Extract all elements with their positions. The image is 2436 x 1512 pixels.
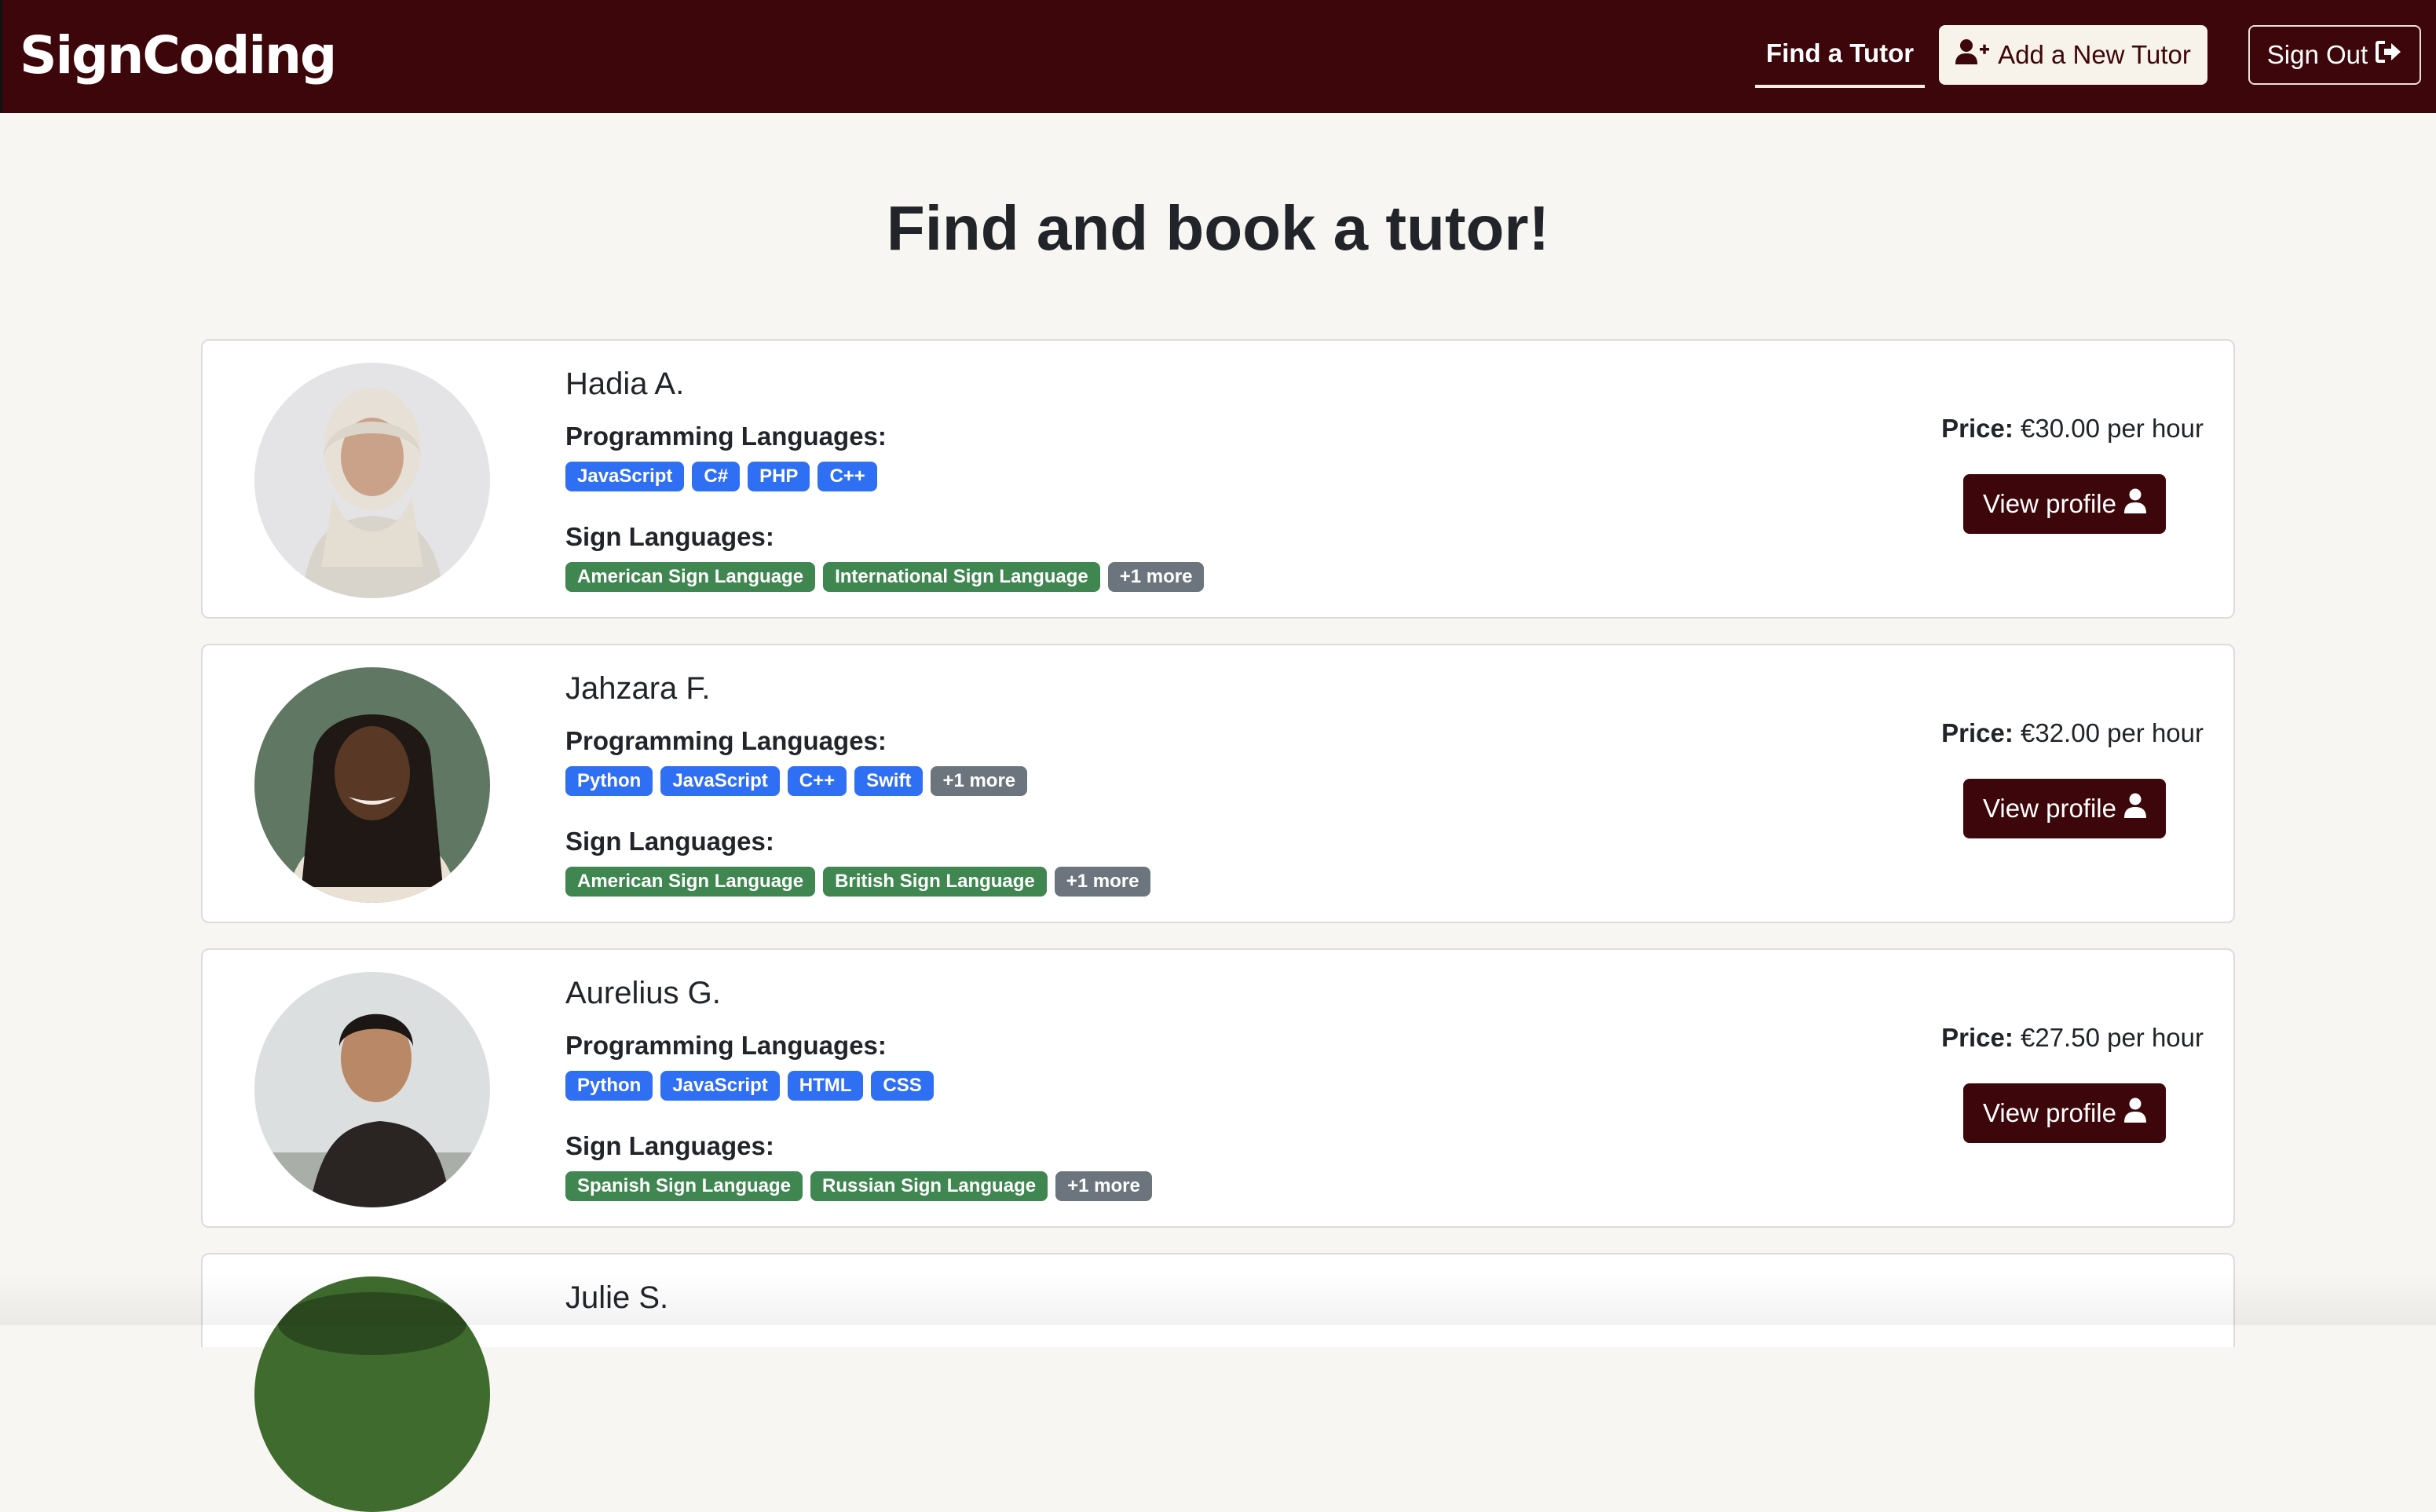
- programming-badge: PHP: [748, 462, 810, 491]
- tutor-card: Julie S.: [201, 1253, 2235, 1512]
- sign-badge: American Sign Language: [565, 562, 816, 592]
- view-profile-button[interactable]: View profile: [1963, 779, 2166, 838]
- user-icon: [2123, 793, 2146, 824]
- page-title: Find and book a tutor!: [886, 193, 1550, 263]
- tutor-avatar[interactable]: [254, 972, 490, 1207]
- programming-badge: HTML: [787, 1071, 864, 1101]
- programming-badge: JavaScript: [565, 462, 685, 491]
- tutor-name: Jahzara F.: [565, 671, 711, 706]
- tutor-price: Price: €27.50 per hour: [1852, 1021, 2204, 1055]
- nav-find-tutor[interactable]: Find a Tutor: [1755, 27, 1925, 88]
- sign-languages-label: Sign Languages:: [565, 522, 774, 551]
- tutor-card: Hadia A. Programming Languages: JavaScri…: [201, 339, 2235, 619]
- sign-out-icon: [2376, 40, 2402, 70]
- tutor-name: Julie S.: [565, 1280, 669, 1315]
- programming-languages-label: Programming Languages:: [565, 422, 887, 451]
- sign-languages-label: Sign Languages:: [565, 827, 774, 856]
- user-plus-icon: [1955, 38, 1990, 71]
- tutor-card: Aurelius G. Programming Languages: Pytho…: [201, 948, 2235, 1228]
- programming-languages-label: Programming Languages:: [565, 1031, 887, 1060]
- user-icon: [2123, 488, 2146, 520]
- programming-badge: C++: [817, 462, 877, 491]
- programming-badges: Python JavaScript HTML CSS: [565, 1071, 934, 1102]
- sign-badges: Spanish Sign Language Russian Sign Langu…: [565, 1171, 1152, 1203]
- more-badge: +1 more: [1107, 562, 1205, 592]
- add-tutor-button[interactable]: Add a New Tutor: [1939, 25, 2207, 85]
- view-profile-button[interactable]: View profile: [1963, 1083, 2166, 1143]
- price-value: €32.00 per hour: [2020, 718, 2204, 747]
- programming-badge: JavaScript: [660, 766, 780, 796]
- view-profile-label: View profile: [1983, 489, 2116, 518]
- programming-badge: Swift: [854, 766, 924, 796]
- price-value: €30.00 per hour: [2020, 414, 2204, 443]
- price-label: Price:: [1941, 718, 2014, 747]
- brand-logo[interactable]: SignCoding: [20, 22, 337, 89]
- tutor-avatar[interactable]: [254, 1276, 490, 1512]
- tutor-price: Price: €30.00 per hour: [1852, 411, 2204, 446]
- more-badge: +1 more: [931, 766, 1028, 796]
- sign-badge: International Sign Language: [823, 562, 1100, 592]
- more-badge: +1 more: [1055, 1171, 1152, 1201]
- programming-badges: Python JavaScript C++ Swift +1 more: [565, 766, 1028, 798]
- sign-badge: American Sign Language: [565, 867, 816, 897]
- tutor-avatar[interactable]: [254, 667, 490, 903]
- sign-out-button[interactable]: Sign Out: [2248, 25, 2421, 85]
- tutor-price: Price: €32.00 per hour: [1852, 716, 2204, 751]
- add-tutor-label: Add a New Tutor: [1998, 40, 2191, 69]
- view-profile-label: View profile: [1983, 1098, 2116, 1127]
- tutor-card: Jahzara F. Programming Languages: Python…: [201, 644, 2235, 923]
- programming-badge: C#: [692, 462, 741, 491]
- programming-badge: Python: [565, 1071, 653, 1101]
- tutor-avatar[interactable]: [254, 363, 490, 598]
- sign-badge: British Sign Language: [823, 867, 1047, 897]
- programming-badge: CSS: [871, 1071, 934, 1101]
- view-profile-button[interactable]: View profile: [1963, 474, 2166, 534]
- navbar: SignCoding Find a Tutor Add a New Tutor …: [0, 0, 2436, 113]
- tutor-name: Hadia A.: [565, 367, 685, 401]
- sign-badge: Russian Sign Language: [810, 1171, 1048, 1201]
- sign-languages-label: Sign Languages:: [565, 1131, 774, 1160]
- programming-badge: Python: [565, 766, 653, 796]
- view-profile-label: View profile: [1983, 794, 2116, 823]
- programming-languages-label: Programming Languages:: [565, 726, 887, 755]
- programming-badge: JavaScript: [660, 1071, 780, 1101]
- sign-badge: Spanish Sign Language: [565, 1171, 803, 1201]
- sign-badges: American Sign Language International Sig…: [565, 562, 1205, 593]
- programming-badge: C++: [787, 766, 847, 796]
- sign-badges: American Sign Language British Sign Lang…: [565, 867, 1151, 898]
- programming-badges: JavaScript C# PHP C++: [565, 462, 877, 493]
- price-value: €27.50 per hour: [2020, 1023, 2204, 1052]
- sign-out-label: Sign Out: [2266, 40, 2368, 69]
- price-label: Price:: [1941, 1023, 2014, 1052]
- tutor-name: Aurelius G.: [565, 976, 721, 1010]
- more-badge: +1 more: [1054, 867, 1151, 897]
- user-icon: [2123, 1097, 2146, 1129]
- price-label: Price:: [1941, 414, 2014, 443]
